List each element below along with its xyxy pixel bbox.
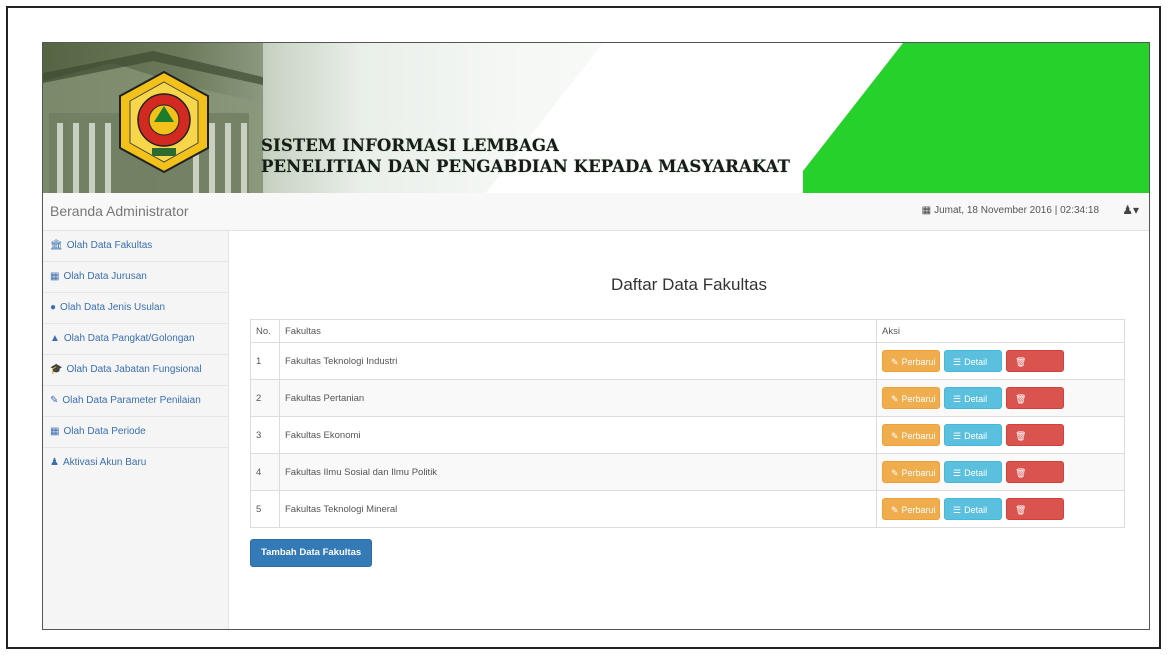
sidebar-item-label: Aktivasi Akun Baru <box>62 457 147 468</box>
sidebar: 🏛 Olah Data Fakultas ▦ Olah Data Jurusan ●… <box>43 231 229 629</box>
sidebar-item-jurusan[interactable]: ▦ Olah Data Jurusan <box>43 262 228 293</box>
sidebar-item-pangkat-golongan[interactable]: ▲ Olah Data Pangkat/Golongan <box>43 324 228 355</box>
trash-icon: 🗑 <box>1015 505 1027 515</box>
user-icon: ♟ <box>50 457 59 468</box>
system-title-line1: SISTEM INFORMASI LEMBAGA <box>261 136 559 155</box>
sidebar-item-label: Olah Data Jenis Usulan <box>60 302 166 313</box>
add-fakultas-button[interactable]: Tambah Data Fakultas <box>250 539 373 567</box>
row-actions: ✎ Perbarui ☰ Detail 🗑Hapus <box>876 379 1125 426</box>
bank-icon: 🏛 <box>50 240 63 251</box>
university-logo <box>119 70 209 174</box>
table-row: 3 Fakultas Ekonomi ✎ Perbarui ☰ Detail 🗑Hapu… <box>250 416 1125 463</box>
list-icon: ☰ <box>953 468 962 478</box>
table-row: 5 Fakultas Teknologi Mineral ✎ Perbarui ☰ D… <box>250 490 1125 537</box>
top-navbar: Beranda Administrator ▦ Jumat, 18 Novembe… <box>43 193 1149 231</box>
calendar-icon: ▦ <box>50 426 60 437</box>
list-icon: ☰ <box>953 505 962 515</box>
detail-button[interactable]: ☰ Detail <box>944 461 1002 483</box>
sidebar-item-label: Olah Data Parameter Penilaian <box>62 395 201 406</box>
building-icon: ▦ <box>50 271 60 282</box>
edit-button[interactable]: ✎ Perbarui <box>882 461 940 483</box>
user-icon: ♟ <box>1122 203 1133 217</box>
row-actions: ✎ Perbarui ☰ Detail 🗑Hapus <box>876 342 1125 389</box>
trash-icon: 🗑 <box>1015 468 1027 478</box>
detail-button[interactable]: ☰ Detail <box>944 350 1002 372</box>
table-row: 1 Fakultas Teknologi Industri ✎ Perbarui ☰… <box>250 342 1125 389</box>
edit-button[interactable]: ✎ Perbarui <box>882 498 940 520</box>
user-dropdown[interactable]: ♟▾ <box>1122 203 1139 217</box>
sidebar-item-periode[interactable]: ▦ Olah Data Periode <box>43 417 228 448</box>
system-title-line2: PENELITIAN DAN PENGABDIAN KEPADA MASYARA… <box>261 157 791 176</box>
row-no: 3 <box>250 416 280 454</box>
detail-button[interactable]: ☰ Detail <box>944 498 1002 520</box>
sidebar-item-fakultas[interactable]: 🏛 Olah Data Fakultas <box>43 231 228 262</box>
edit-button[interactable]: ✎ Perbarui <box>882 387 940 409</box>
table-header-row: No. Fakultas Aksi <box>250 319 1125 343</box>
sidebar-item-parameter-penilaian[interactable]: ✎ Olah Data Parameter Penilaian <box>43 386 228 417</box>
datetime-text: Jumat, 18 November 2016 | 02:34:18 <box>934 205 1099 216</box>
sidebar-item-label: Olah Data Periode <box>63 426 146 437</box>
row-actions: ✎ Perbarui ☰ Detail 🗑Hapus <box>876 416 1125 463</box>
sidebar-item-jabatan-fungsional[interactable]: 🎓 Olah Data Jabatan Fungsional <box>43 355 228 386</box>
row-no: 1 <box>250 342 280 380</box>
delete-button[interactable]: 🗑Hapus <box>1006 387 1064 426</box>
trash-icon: 🗑 <box>1015 394 1027 404</box>
row-fakultas: Fakultas Teknologi Mineral <box>279 490 877 528</box>
sidebar-item-label: Olah Data Jurusan <box>63 271 147 282</box>
list-icon: ☰ <box>953 431 962 441</box>
sidebar-item-label: Olah Data Jabatan Fungsional <box>66 364 202 375</box>
row-fakultas: Fakultas Teknologi Industri <box>279 342 877 380</box>
table-row: 4 Fakultas Ilmu Sosial dan Ilmu Politik … <box>250 453 1125 500</box>
system-title: SISTEM INFORMASI LEMBAGA PENELITIAN DAN … <box>261 135 790 177</box>
list-icon: ☰ <box>953 357 962 367</box>
delete-button[interactable]: 🗑Hapus <box>1006 498 1064 537</box>
edit-icon: ✎ <box>891 468 899 478</box>
fakultas-table: No. Fakultas Aksi 1 Fakultas Teknologi I… <box>250 319 1125 537</box>
chevron-down-icon: ▾ <box>1132 203 1139 217</box>
detail-button[interactable]: ☰ Detail <box>944 424 1002 446</box>
sidebar-item-jenis-usulan[interactable]: ● Olah Data Jenis Usulan <box>43 293 228 324</box>
delete-button[interactable]: 🗑Hapus <box>1006 424 1064 463</box>
row-fakultas: Fakultas Pertanian <box>279 379 877 417</box>
header-no: No. <box>250 319 280 343</box>
edit-button[interactable]: ✎ Perbarui <box>882 350 940 372</box>
trash-icon: 🗑 <box>1015 431 1027 441</box>
delete-button[interactable]: 🗑Hapus <box>1006 461 1064 500</box>
grade-icon: ▲ <box>50 333 60 344</box>
detail-button[interactable]: ☰ Detail <box>944 387 1002 409</box>
header-fakultas: Fakultas <box>279 319 877 343</box>
current-datetime: ▦ Jumat, 18 November 2016 | 02:34:18 <box>922 205 1099 216</box>
calendar-icon: ▦ <box>921 205 932 216</box>
delete-button[interactable]: 🗑Hapus <box>1006 350 1064 389</box>
sidebar-item-label: Olah Data Pangkat/Golongan <box>63 333 195 344</box>
sidebar-item-label: Olah Data Fakultas <box>66 240 153 251</box>
pencil-icon: ✎ <box>50 395 59 406</box>
edit-icon: ✎ <box>891 394 899 404</box>
header-aksi: Aksi <box>876 319 1125 343</box>
trash-icon: 🗑 <box>1015 357 1027 367</box>
page-title: Daftar Data Fakultas <box>611 275 767 294</box>
edit-button[interactable]: ✎ Perbarui <box>882 424 940 446</box>
table-row: 2 Fakultas Pertanian ✎ Perbarui ☰ Detail 🗑Ha… <box>250 379 1125 426</box>
main-content: Daftar Data Fakultas No. Fakultas Aksi 1… <box>229 231 1149 629</box>
row-actions: ✎ Perbarui ☰ Detail 🗑Hapus <box>876 490 1125 537</box>
graduation-cap-icon: 🎓 <box>50 364 63 375</box>
row-no: 2 <box>250 379 280 417</box>
edit-icon: ✎ <box>891 357 899 367</box>
navbar-brand[interactable]: Beranda Administrator <box>50 203 189 219</box>
row-no: 4 <box>250 453 280 491</box>
sidebar-item-aktivasi-akun[interactable]: ♟ Aktivasi Akun Baru <box>43 448 228 478</box>
app-window: SISTEM INFORMASI LEMBAGA PENELITIAN DAN … <box>42 42 1150 630</box>
row-fakultas: Fakultas Ilmu Sosial dan Ilmu Politik <box>279 453 877 491</box>
edit-icon: ✎ <box>891 505 899 515</box>
row-fakultas: Fakultas Ekonomi <box>279 416 877 454</box>
row-no: 5 <box>250 490 280 528</box>
header-banner: SISTEM INFORMASI LEMBAGA PENELITIAN DAN … <box>43 43 1149 193</box>
pin-icon: ● <box>50 302 57 313</box>
edit-icon: ✎ <box>891 431 899 441</box>
list-icon: ☰ <box>953 394 962 404</box>
row-actions: ✎ Perbarui ☰ Detail 🗑Hapus <box>876 453 1125 500</box>
